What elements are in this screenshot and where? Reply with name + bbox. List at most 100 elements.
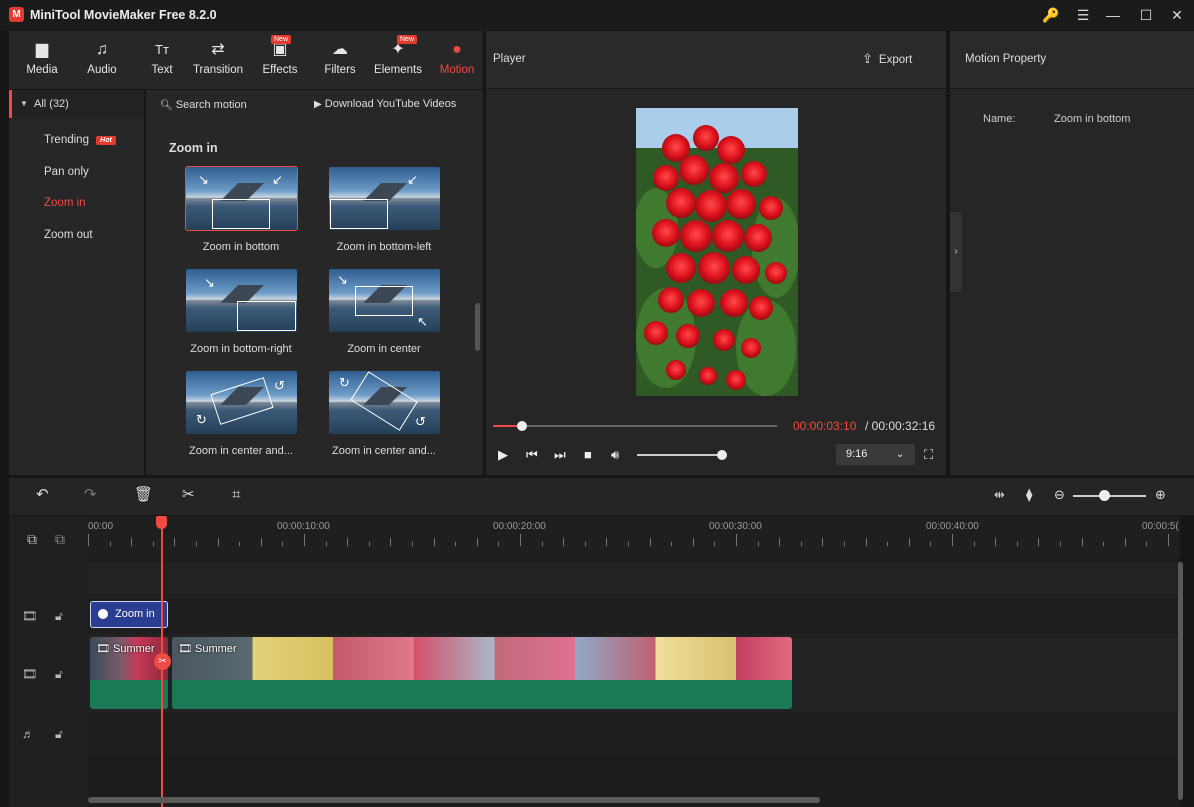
lock-icon[interactable]: 🔓︎ — [55, 667, 63, 682]
aspect-ratio-select[interactable]: 9:16 ⌄ — [836, 444, 915, 465]
tab-audio[interactable]: ♫ Audio — [77, 31, 127, 89]
motion-thumb-zoom-in-center[interactable]: ↘ ↖ — [329, 269, 440, 332]
ruler-label: 00:00:20:00 — [493, 521, 546, 532]
export-button[interactable]: ⇪ Export — [862, 51, 912, 67]
category-zoom-in[interactable]: Zoom in — [44, 197, 86, 209]
search-motion-input[interactable]: 🔍︎ Search motion — [160, 99, 247, 111]
time-ruler[interactable]: 00:00 00:00:10:00 00:00:20:00 00:00:30:0… — [88, 516, 1180, 558]
zoom-in-icon[interactable]: ⊕ — [1155, 487, 1166, 503]
track-headers: ⧉ ⧉ 🎞︎ 🔓︎ 🎞︎ 🔓︎ ♬ 🔓︎ — [9, 516, 88, 807]
expand-panel-button[interactable]: › — [950, 212, 962, 292]
category-trending[interactable]: Trending Hot — [44, 134, 116, 146]
snap-icon[interactable]: ⧫ — [1026, 487, 1032, 503]
category-all-label: All (32) — [34, 98, 69, 110]
motion-icon: ● — [452, 41, 462, 58]
zoom-out-icon[interactable]: ⊖ — [1054, 487, 1065, 503]
export-icon: ⇪ — [862, 51, 873, 66]
category-zoom-out[interactable]: Zoom out — [44, 229, 93, 241]
lock-icon[interactable]: 🔓︎ — [55, 609, 63, 624]
motion-clip[interactable]: Zoom in — [90, 601, 168, 628]
minimize-button[interactable]: — — [1096, 0, 1130, 30]
motion-track-lane — [88, 598, 1180, 634]
chevron-down-icon: ⌄ — [896, 449, 905, 460]
arrow-icon: ↘ — [198, 172, 209, 187]
motion-property-panel: Motion Property Name: Zoom in bottom › — [950, 31, 1194, 475]
text-icon: Tт — [155, 42, 169, 57]
video-clip[interactable]: 🎞︎ Summer — [90, 637, 168, 709]
motion-label: Zoom in bottom-left — [336, 241, 432, 253]
motion-clip-label: Zoom in — [115, 608, 155, 620]
lock-icon[interactable]: 🔓︎ — [55, 727, 63, 742]
main-toolbar: ▆ Media ♫ Audio Tт Text ⇄ Transition ▣ N… — [9, 31, 483, 89]
transition-icon: ⇄ — [211, 41, 225, 58]
add-track-icon[interactable]: ⧉ — [27, 531, 37, 548]
tab-media-label: Media — [26, 64, 58, 76]
player-header: Player ⇪ Export — [486, 31, 946, 89]
key-icon[interactable]: 🔑 — [1034, 0, 1068, 30]
maximize-button[interactable]: ☐ — [1129, 0, 1163, 30]
ruler-ticks — [88, 534, 1169, 546]
timeline: 00:00 00:00:10:00 00:00:20:00 00:00:30:0… — [88, 516, 1183, 807]
crop-icon[interactable]: ⌗ — [232, 487, 240, 503]
fullscreen-icon[interactable]: ⛶ — [924, 447, 933, 463]
playback-progress[interactable] — [493, 421, 777, 431]
tab-filters-label: Filters — [324, 64, 356, 76]
copy-track-icon[interactable]: ⧉ — [55, 531, 65, 548]
caret-down-icon: ▼ — [20, 99, 28, 108]
tab-motion[interactable]: ● Motion — [433, 31, 481, 89]
menu-icon[interactable]: ☰ — [1066, 0, 1100, 30]
elements-icon: ✦ — [391, 41, 405, 58]
motion-thumb-zoom-in-bottom-left[interactable]: ↙ — [329, 167, 440, 230]
motion-browser: 🔍︎ Search motion ▶ Download YouTube Vide… — [146, 90, 483, 475]
motion-thumb-zoom-in-center-rotate-2[interactable]: ↻ ↺ — [329, 371, 440, 434]
hot-badge: Hot — [96, 136, 116, 145]
rotate-arrow-icon: ↻ — [339, 375, 350, 390]
playhead-handle[interactable] — [156, 516, 167, 529]
search-icon: 🔍︎ — [160, 100, 173, 111]
delete-icon[interactable]: 🗑︎ — [134, 487, 153, 503]
volume-slider[interactable] — [637, 450, 727, 460]
tab-transition[interactable]: ⇄ Transition — [189, 31, 247, 89]
motion-thumb-zoom-in-bottom[interactable]: ↘ ↙ — [185, 166, 298, 231]
aspect-ratio-value: 9:16 — [846, 448, 868, 460]
stop-icon[interactable]: ■ — [584, 447, 592, 462]
category-all[interactable]: ▼ All (32) — [9, 90, 144, 118]
volume-icon[interactable]: 🔊︎ — [611, 447, 619, 463]
section-title: Zoom in — [169, 141, 218, 155]
video-track-icon: 🎞︎ — [22, 667, 38, 681]
video-clip[interactable]: 🎞︎ Summer — [172, 637, 792, 709]
motion-thumb-zoom-in-bottom-right[interactable]: ↘ — [186, 269, 297, 332]
player-panel: Player ⇪ Export 00:00:03:10 / 00:00:32:1… — [486, 31, 946, 475]
motion-scrollbar[interactable] — [475, 303, 480, 351]
close-button[interactable]: ✕ — [1160, 0, 1194, 30]
tab-elements[interactable]: ✦ New Elements — [371, 31, 425, 89]
tab-effects[interactable]: ▣ New Effects — [255, 31, 305, 89]
progress-handle[interactable] — [517, 421, 528, 431]
timeline-zoom-handle[interactable] — [1099, 490, 1110, 501]
split-icon[interactable]: ✂ — [182, 487, 195, 503]
tab-text[interactable]: Tт Text — [137, 31, 187, 89]
tab-filters[interactable]: ☁ Filters — [315, 31, 365, 89]
timeline-vertical-scrollbar[interactable] — [1178, 562, 1183, 800]
previous-frame-icon[interactable]: ⏮ — [526, 447, 538, 463]
new-badge: New — [397, 35, 418, 44]
volume-handle[interactable] — [717, 450, 727, 460]
motion-label: Zoom in center — [347, 343, 421, 355]
chevron-right-icon: › — [954, 246, 958, 257]
zoom-frame — [330, 199, 388, 229]
video-preview — [636, 108, 798, 396]
timeline-horizontal-scrollbar[interactable] — [88, 797, 820, 803]
video-clip-label: 🎞︎ Summer — [96, 643, 155, 655]
scissors-icon[interactable]: ✂ — [154, 653, 171, 670]
category-pan-only[interactable]: Pan only — [44, 166, 89, 178]
undo-icon[interactable]: ↶ — [36, 487, 49, 503]
play-icon[interactable]: ▶ — [498, 447, 508, 463]
tab-media[interactable]: ▆ Media — [17, 31, 67, 89]
download-youtube-link[interactable]: ▶ Download YouTube Videos — [314, 98, 456, 110]
next-frame-icon[interactable]: ⏭ — [554, 447, 566, 463]
fit-timeline-icon[interactable]: ⇹ — [994, 487, 1005, 503]
audio-track-icon: ♬ — [22, 727, 34, 741]
redo-icon[interactable]: ↷ — [84, 487, 97, 503]
current-time: 00:00:03:10 — [793, 419, 857, 433]
motion-thumb-zoom-in-center-rotate-1[interactable]: ↺ ↻ — [186, 371, 297, 434]
